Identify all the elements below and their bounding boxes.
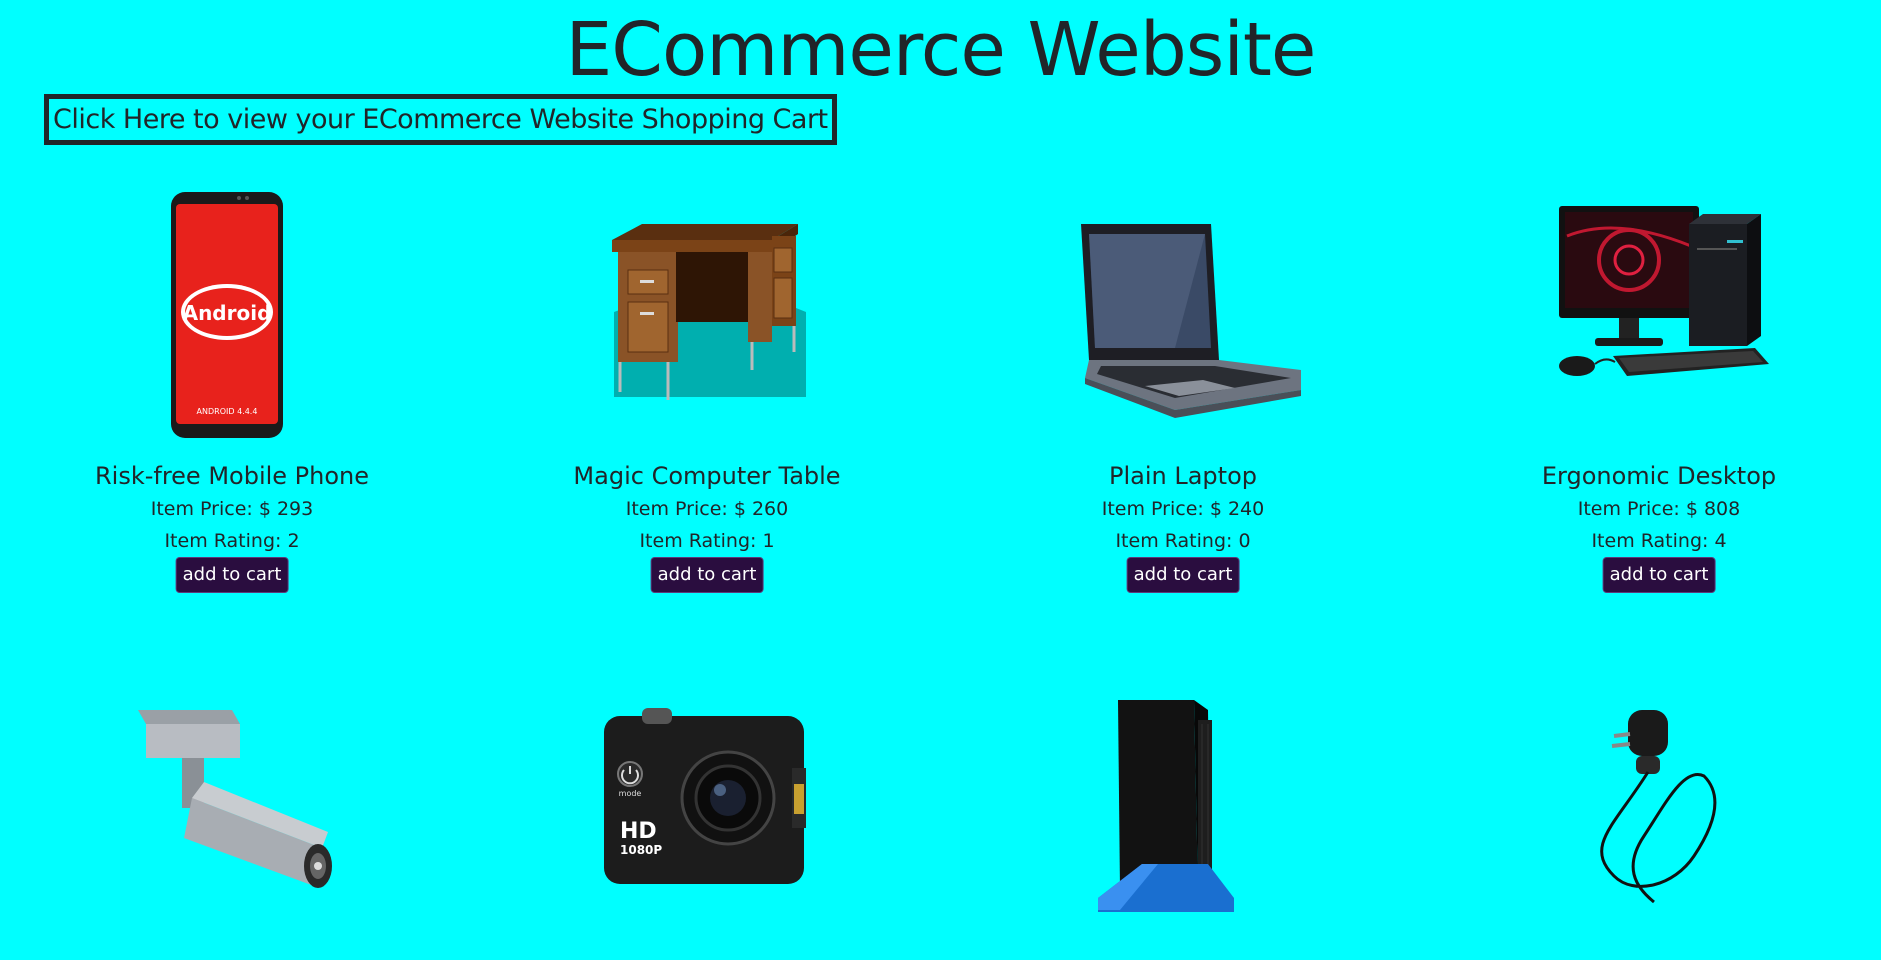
- product-name: Ergonomic Desktop: [1541, 462, 1777, 490]
- add-to-cart-button[interactable]: add to cart: [175, 557, 289, 593]
- svg-text:1080P: 1080P: [620, 843, 662, 857]
- security-camera-image: [17, 700, 447, 960]
- game-console-image: [968, 700, 1398, 960]
- page-title: ECommerce Website: [565, 7, 1317, 93]
- computer-table-image: [492, 184, 922, 444]
- laptop-image: [968, 184, 1398, 444]
- action-camera-image: mode HD 1080P: [492, 700, 922, 960]
- product-price: Item Price: $ 260: [625, 498, 789, 520]
- add-to-cart-button[interactable]: add to cart: [1602, 557, 1716, 593]
- view-cart-link[interactable]: Click Here to view your ECommerce Websit…: [44, 94, 837, 145]
- desktop-computer-image: [1444, 184, 1874, 444]
- product-rating: Item Rating: 0: [1115, 530, 1251, 552]
- svg-text:Android: Android: [183, 301, 272, 325]
- svg-text:ANDROID 4.4.4: ANDROID 4.4.4: [197, 407, 258, 416]
- product-rating: Item Rating: 4: [1591, 530, 1727, 552]
- product-name: Magic Computer Table: [573, 462, 841, 490]
- product-name: Plain Laptop: [1109, 462, 1257, 490]
- svg-text:mode: mode: [619, 789, 642, 798]
- product-rating: Item Rating: 1: [639, 530, 775, 552]
- product-price: Item Price: $ 808: [1577, 498, 1741, 520]
- mobile-phone-image: Android ANDROID 4.4.4: [17, 184, 447, 444]
- product-price: Item Price: $ 293: [150, 498, 314, 520]
- product-rating: Item Rating: 2: [164, 530, 300, 552]
- phone-charger-image: [1444, 700, 1874, 960]
- product-name: Risk-free Mobile Phone: [94, 462, 370, 490]
- add-to-cart-button[interactable]: add to cart: [650, 557, 764, 593]
- product-price: Item Price: $ 240: [1101, 498, 1265, 520]
- add-to-cart-button[interactable]: add to cart: [1126, 557, 1240, 593]
- svg-text:HD: HD: [620, 819, 657, 844]
